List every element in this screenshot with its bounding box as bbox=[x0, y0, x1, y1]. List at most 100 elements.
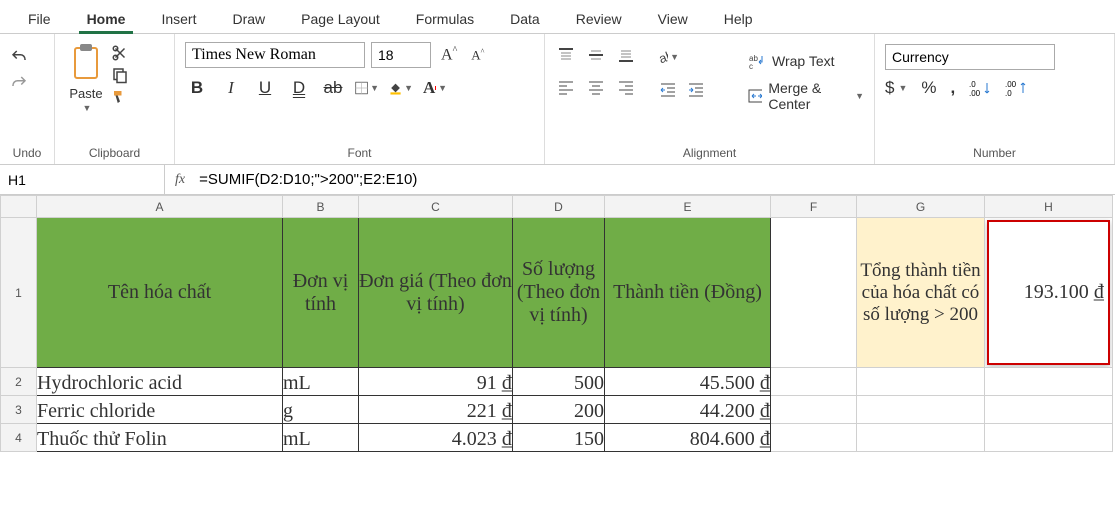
col-header[interactable]: B bbox=[283, 196, 359, 218]
tab-formulas[interactable]: Formulas bbox=[398, 5, 492, 33]
decrease-decimal-button[interactable]: .00.0 bbox=[1005, 79, 1027, 97]
cell[interactable]: Tên hóa chất bbox=[37, 218, 283, 368]
cell[interactable]: 44.200 ₫ bbox=[605, 396, 771, 424]
cell[interactable] bbox=[771, 424, 857, 452]
tab-review[interactable]: Review bbox=[558, 5, 640, 33]
decrease-indent-button[interactable] bbox=[657, 78, 679, 100]
cell[interactable]: 200 bbox=[513, 396, 605, 424]
increase-font-button[interactable]: A^ bbox=[437, 43, 461, 66]
align-middle-button[interactable] bbox=[585, 44, 607, 66]
double-underline-button[interactable]: D bbox=[287, 76, 311, 100]
increase-decimal-button[interactable]: .0.00 bbox=[969, 79, 991, 97]
align-top-button[interactable] bbox=[555, 44, 577, 66]
font-name-input[interactable] bbox=[185, 42, 365, 68]
undo-button[interactable] bbox=[10, 48, 28, 66]
row-header[interactable]: 2 bbox=[1, 368, 37, 396]
cell[interactable] bbox=[771, 218, 857, 368]
cell[interactable] bbox=[985, 396, 1113, 424]
row-header[interactable]: 3 bbox=[1, 396, 37, 424]
copy-button[interactable] bbox=[111, 66, 129, 84]
underline-button[interactable]: U bbox=[253, 76, 277, 100]
group-label-clipboard: Clipboard bbox=[65, 144, 164, 162]
group-label-undo: Undo bbox=[10, 144, 44, 162]
col-header[interactable]: G bbox=[857, 196, 985, 218]
cell[interactable]: Số lượng (Theo đơn vị tính) bbox=[513, 218, 605, 368]
cell[interactable]: 91 ₫ bbox=[359, 368, 513, 396]
cell[interactable] bbox=[771, 368, 857, 396]
cell[interactable]: Thành tiền (Đồng) bbox=[605, 218, 771, 368]
cell[interactable]: 4.023 ₫ bbox=[359, 424, 513, 452]
cell[interactable]: g bbox=[283, 396, 359, 424]
increase-indent-button[interactable] bbox=[685, 78, 707, 100]
cell[interactable]: 500 bbox=[513, 368, 605, 396]
tab-help[interactable]: Help bbox=[706, 5, 771, 33]
cell[interactable]: Đơn giá (Theo đơn vị tính) bbox=[359, 218, 513, 368]
merge-center-button[interactable]: Merge & Center ▼ bbox=[748, 80, 864, 112]
cell[interactable]: Hydrochloric acid bbox=[37, 368, 283, 396]
tab-home[interactable]: Home bbox=[69, 5, 144, 33]
col-header[interactable]: D bbox=[513, 196, 605, 218]
align-left-button[interactable] bbox=[555, 76, 577, 98]
cell[interactable] bbox=[985, 368, 1113, 396]
cell[interactable] bbox=[985, 424, 1113, 452]
accounting-format-button[interactable]: $▼ bbox=[885, 78, 907, 98]
orientation-button[interactable]: ab▼ bbox=[657, 46, 679, 68]
cut-button[interactable] bbox=[111, 44, 129, 62]
cell[interactable] bbox=[857, 424, 985, 452]
active-cell[interactable]: 193.100 ₫ bbox=[985, 218, 1113, 368]
spreadsheet-grid[interactable]: A B C D E F G H 1 Tên hóa chất Đơn vị tí… bbox=[0, 195, 1113, 452]
cell[interactable] bbox=[771, 396, 857, 424]
strikethrough-button[interactable]: ab bbox=[321, 76, 345, 100]
cell[interactable]: 221 ₫ bbox=[359, 396, 513, 424]
align-bottom-button[interactable] bbox=[615, 44, 637, 66]
wrap-text-button[interactable]: abc Wrap Text bbox=[748, 52, 864, 70]
row-header[interactable]: 4 bbox=[1, 424, 37, 452]
cell[interactable]: 45.500 ₫ bbox=[605, 368, 771, 396]
col-header[interactable]: C bbox=[359, 196, 513, 218]
cell[interactable]: 804.600 ₫ bbox=[605, 424, 771, 452]
cell[interactable]: 150 bbox=[513, 424, 605, 452]
cell[interactable]: Ferric chloride bbox=[37, 396, 283, 424]
format-painter-button[interactable] bbox=[111, 88, 129, 106]
percent-button[interactable]: % bbox=[921, 78, 936, 98]
col-header[interactable]: E bbox=[605, 196, 771, 218]
font-color-button[interactable]: A▼ bbox=[423, 76, 447, 100]
cell[interactable]: mL bbox=[283, 424, 359, 452]
svg-text:.00: .00 bbox=[969, 89, 981, 97]
bold-button[interactable]: B bbox=[185, 76, 209, 100]
borders-button[interactable]: ▼ bbox=[355, 76, 379, 100]
svg-text:.0: .0 bbox=[969, 80, 976, 89]
formula-input[interactable] bbox=[195, 165, 1115, 194]
cell[interactable]: Đơn vị tính bbox=[283, 218, 359, 368]
tab-view[interactable]: View bbox=[640, 5, 706, 33]
decrease-font-button[interactable]: A^ bbox=[467, 45, 488, 65]
align-center-button[interactable] bbox=[585, 76, 607, 98]
cell[interactable]: Tổng thành tiền của hóa chất có số lượng… bbox=[857, 218, 985, 368]
tab-draw[interactable]: Draw bbox=[214, 5, 283, 33]
cell[interactable]: mL bbox=[283, 368, 359, 396]
cell[interactable]: Thuốc thử Folin bbox=[37, 424, 283, 452]
align-right-button[interactable] bbox=[615, 76, 637, 98]
group-label-font: Font bbox=[185, 144, 534, 162]
col-header[interactable]: A bbox=[37, 196, 283, 218]
cell[interactable] bbox=[857, 368, 985, 396]
tab-page-layout[interactable]: Page Layout bbox=[283, 5, 398, 33]
number-format-select[interactable] bbox=[885, 44, 1055, 70]
svg-text:.00: .00 bbox=[1005, 80, 1017, 89]
tab-file[interactable]: File bbox=[10, 5, 69, 33]
font-size-input[interactable] bbox=[371, 42, 431, 68]
select-all-corner[interactable] bbox=[1, 196, 37, 218]
comma-style-button[interactable]: , bbox=[951, 78, 956, 98]
col-header[interactable]: H bbox=[985, 196, 1113, 218]
tab-data[interactable]: Data bbox=[492, 5, 558, 33]
fx-icon[interactable]: fx bbox=[165, 172, 195, 188]
name-box[interactable] bbox=[0, 165, 165, 194]
paste-button[interactable]: Paste ▼ bbox=[65, 40, 107, 115]
fill-color-button[interactable]: ▼ bbox=[389, 76, 413, 100]
row-header[interactable]: 1 bbox=[1, 218, 37, 368]
redo-button[interactable] bbox=[10, 74, 28, 92]
italic-button[interactable]: I bbox=[219, 76, 243, 100]
col-header[interactable]: F bbox=[771, 196, 857, 218]
cell[interactable] bbox=[857, 396, 985, 424]
tab-insert[interactable]: Insert bbox=[143, 5, 214, 33]
